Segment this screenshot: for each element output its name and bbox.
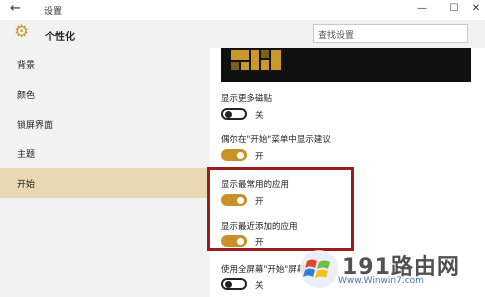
minimize-icon[interactable]: — [412,1,432,17]
sidebar-item-label: 锁屏界面 [17,121,54,131]
search-input[interactable]: 查找设置 [313,24,468,43]
preview-tile [261,50,269,58]
toggle-more-tiles[interactable] [221,108,247,120]
sidebar-item-colors[interactable]: 颜色 [0,80,210,108]
gear-icon: ⚙ [14,22,30,42]
toggle-knob [225,280,232,288]
sidebar-item-lock-screen[interactable]: 锁屏界面 [0,110,210,138]
preview-tile [251,50,259,70]
sidebar-item-label: 主题 [17,150,36,160]
preview-tile [261,60,269,70]
watermark-url: Www.Winwin7.com [338,276,424,286]
setting-label-more-tiles: 显示更多磁贴 [221,94,273,104]
highlight-frame [207,167,354,251]
setting-label-full-screen-start: 使用全屏幕"开始"屏幕 [221,265,306,275]
preview-tile [271,50,281,70]
sidebar: 背景 颜色 锁屏界面 主题 开始 [0,48,210,297]
sidebar-item-label: 颜色 [17,91,36,101]
close-icon[interactable]: ✕ [466,1,485,17]
preview-tile [231,62,239,70]
sidebar-item-label: 背景 [17,61,36,71]
windows-logo-icon [300,250,338,288]
toggle-knob [237,151,244,159]
toggle-suggestions[interactable] [221,149,247,161]
toggle-knob [225,110,232,118]
preview-tile [241,62,249,70]
page-header: ⚙ 个性化 查找设置 [0,20,485,49]
toggle-state-text: 关 [255,281,264,291]
start-preview-image [221,48,471,82]
setting-label-suggestions: 偶尔在"开始"菜单中显示建议 [221,135,331,145]
sidebar-item-label: 开始 [17,180,36,190]
sidebar-item-start[interactable]: 开始 [0,168,210,198]
title-bar: ← 设置 — ☐ ✕ [0,0,485,21]
sidebar-item-themes[interactable]: 主题 [0,139,210,167]
back-arrow-icon[interactable]: ← [10,1,21,16]
app-title: 设置 [44,7,63,17]
toggle-full-screen-start[interactable] [221,278,247,290]
toggle-state-text: 开 [255,152,264,162]
preview-tile [231,50,249,60]
maximize-icon[interactable]: ☐ [444,1,464,17]
sidebar-item-background[interactable]: 背景 [0,50,210,78]
toggle-state-text: 关 [255,111,264,121]
page-title: 个性化 [45,32,75,43]
search-placeholder: 查找设置 [318,31,355,41]
